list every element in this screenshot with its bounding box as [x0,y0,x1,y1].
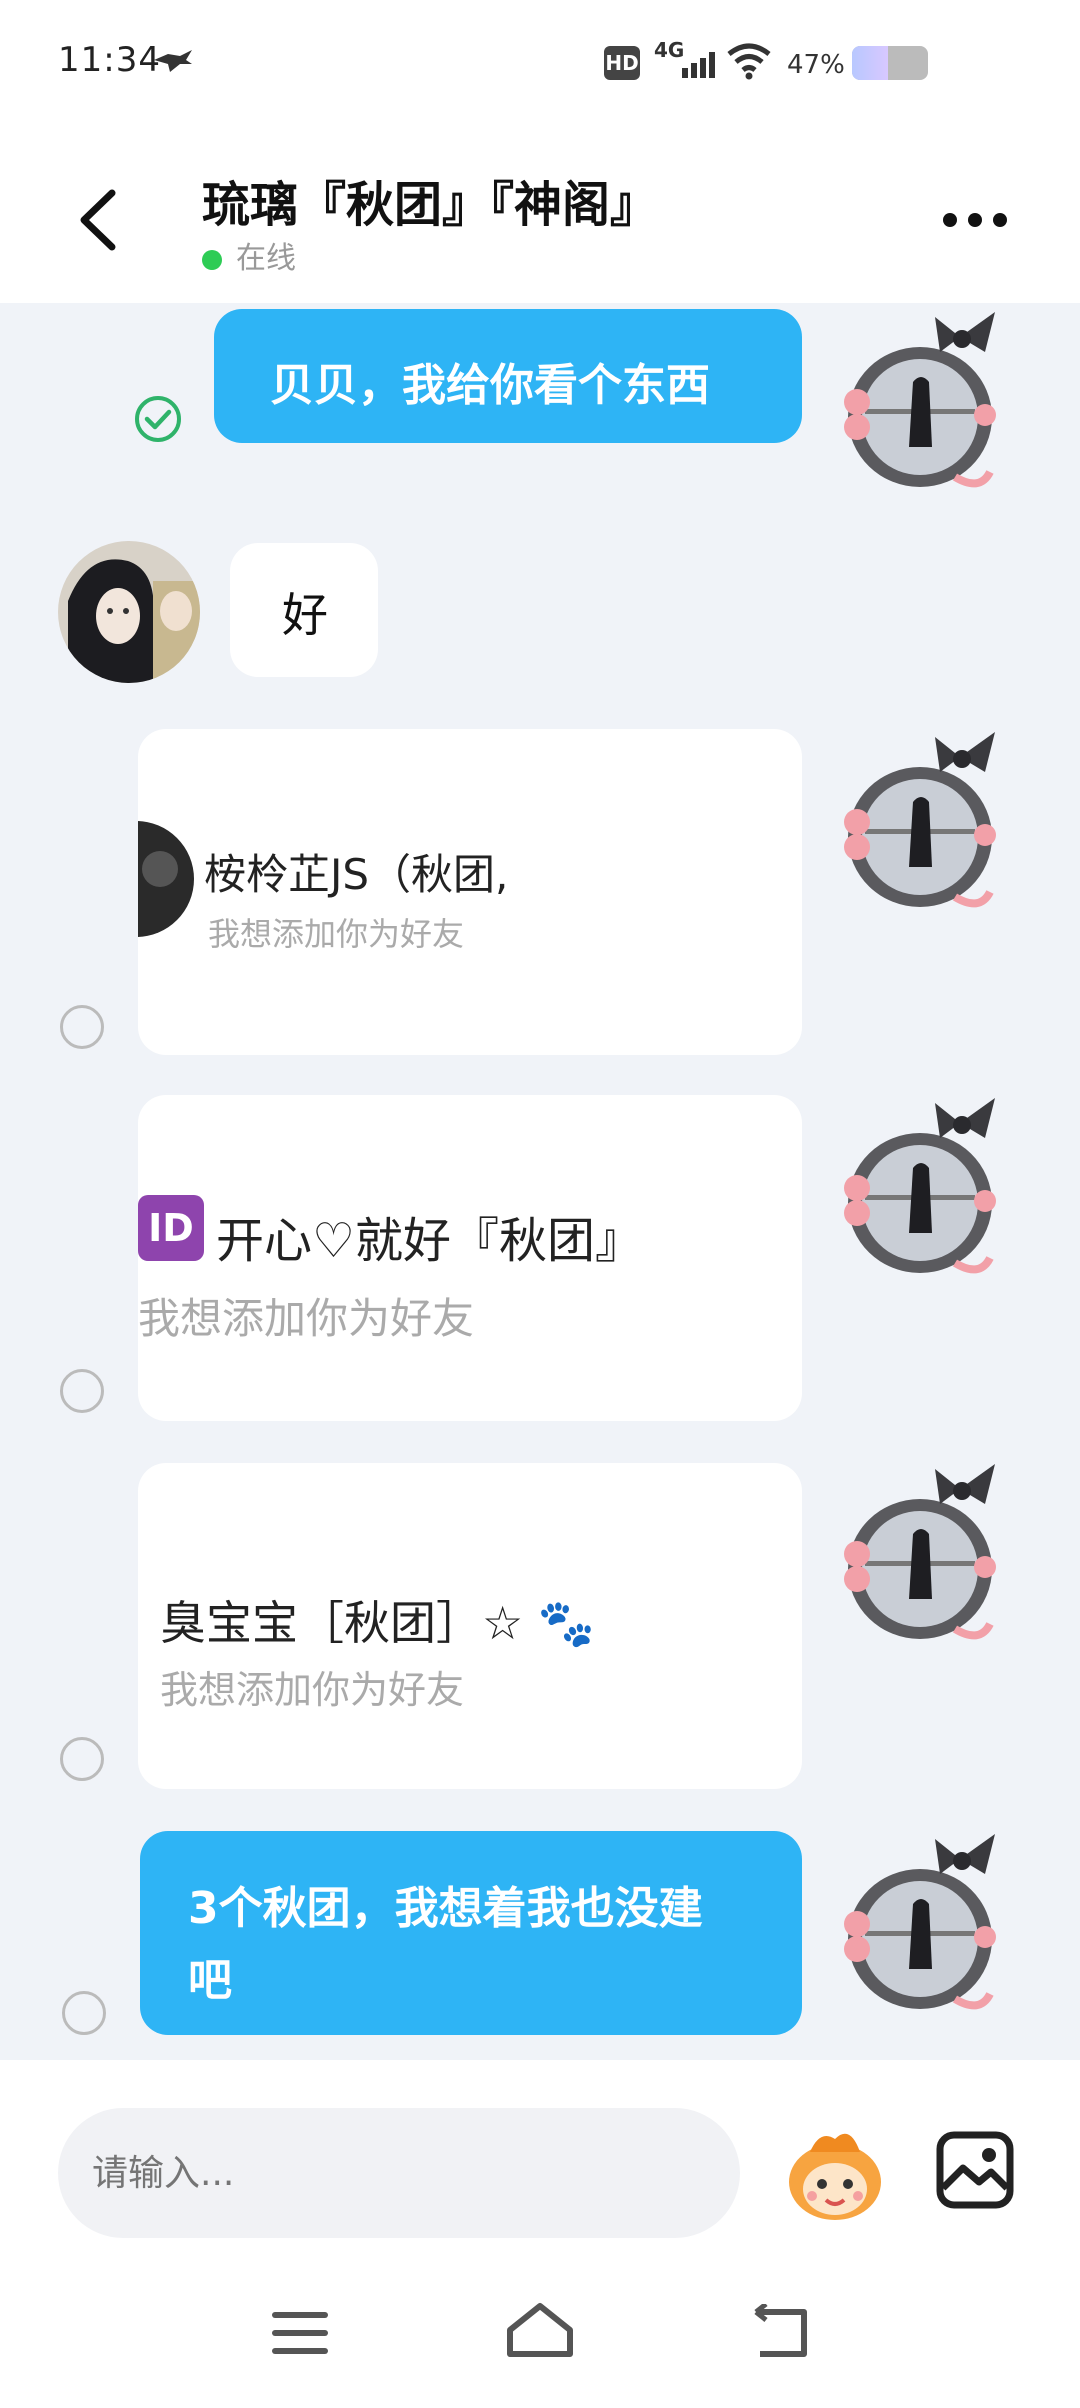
my-avatar[interactable] [835,727,1005,917]
battery-icon [852,46,928,80]
contact-card[interactable]: 臭宝宝［秋团］☆ 🐾 我想添加你为好友 [138,1463,802,1789]
online-dot [202,249,222,270]
my-avatar[interactable] [835,1829,1005,2019]
input-bar [0,2060,1080,2270]
contact-card-avatar [138,821,194,937]
sent-check-icon [135,396,181,442]
message-text: 贝贝，我给你看个东西 [270,360,710,411]
contact-card[interactable]: 桉柃芷JS（秋团, 我想添加你为好友 [138,729,802,1055]
chat-title[interactable]: 琉璃『秋团』『神阁』 [202,165,658,235]
my-avatar[interactable] [835,1459,1005,1649]
contact-card-subtitle: 我想添加你为好友 [208,915,465,953]
message-text-line2: 吧 [188,1955,232,2006]
chat-area[interactable]: 贝贝，我给你看个东西 好 桉柃芷JS（秋团, 我想添加你为好友 ID 开心♡就好… [0,303,1080,2060]
battery-fill [852,46,888,80]
online-status: 在线 [202,233,296,277]
select-radio[interactable] [60,1737,104,1781]
message-bubble-received[interactable]: 好 [230,543,378,677]
contact-card-name: 开心♡就好『秋团』 [216,1213,644,1269]
message-bubble-sent[interactable]: 3个秋团，我想着我也没建 吧 [140,1831,802,2035]
contact-card-subtitle: 我想添加你为好友 [160,1668,465,1712]
online-status-label: 在线 [236,241,296,276]
wifi-icon [727,43,771,80]
contact-card[interactable]: ID 开心♡就好『秋团』 我想添加你为好友 [138,1095,802,1421]
message-bubble-sent[interactable]: 贝贝，我给你看个东西 [214,309,802,443]
contact-card-name: 桉柃芷JS（秋团, [204,850,509,899]
system-nav-bar [0,2270,1080,2408]
select-radio[interactable] [60,1369,104,1413]
back-button[interactable] [70,185,130,255]
4g-signal-icon: 4G [652,38,716,82]
contact-avatar[interactable] [58,541,200,683]
menu-icon[interactable] [270,2308,330,2358]
message-input[interactable] [58,2108,740,2238]
battery-percent: 47% [787,50,845,80]
network-label: 4G [654,38,685,62]
select-radio[interactable] [60,1005,104,1049]
image-icon[interactable] [935,2130,1015,2210]
message-text-line1: 3个秋团，我想着我也没建 [188,1883,703,1934]
status-time: 11:34 [58,40,161,80]
emoji-icon[interactable] [780,2124,890,2224]
bird-icon [154,50,192,72]
id-badge-icon: ID [138,1195,204,1261]
my-avatar[interactable] [835,1093,1005,1283]
message-text: 好 [282,588,328,642]
select-radio[interactable] [62,1991,106,2035]
chat-header: 琉璃『秋团』『神阁』 在线 [0,125,1080,303]
contact-card-subtitle: 我想添加你为好友 [138,1294,475,1343]
hd-icon: HD [604,46,640,80]
my-avatar[interactable] [835,307,1005,497]
status-bar: 11:34 HD 4G 47% [0,0,1080,125]
home-icon[interactable] [504,2300,576,2360]
more-options-button[interactable] [940,205,1010,235]
back-icon[interactable] [748,2304,812,2360]
contact-card-name: 臭宝宝［秋团］☆ 🐾 [160,1596,596,1650]
